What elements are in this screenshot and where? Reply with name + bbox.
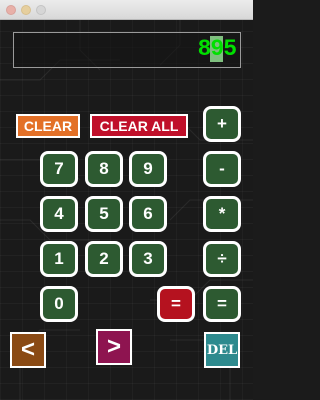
clear-all-button[interactable]: CLEAR ALL: [90, 114, 188, 138]
digit-5-button[interactable]: 5: [85, 196, 123, 232]
window-titlebar: [0, 0, 253, 20]
display-value: 895: [197, 36, 237, 62]
divide-button[interactable]: ÷: [203, 241, 241, 277]
digit-3-button[interactable]: 3: [129, 241, 167, 277]
maximize-window-button[interactable]: [36, 5, 46, 15]
digit-9-button[interactable]: 9: [129, 151, 167, 187]
digit-0-button[interactable]: 0: [40, 286, 78, 322]
digit-1-button[interactable]: 1: [40, 241, 78, 277]
calculator-canvas: 895 CLEAR CLEAR ALL + - * ÷ = 7 8 9 4 5 …: [0, 20, 253, 400]
digit-7-button[interactable]: 7: [40, 151, 78, 187]
digit-2-button[interactable]: 2: [85, 241, 123, 277]
digit-8-button[interactable]: 8: [85, 151, 123, 187]
display-value-main: 8: [197, 36, 212, 62]
display-cursor-char: 9: [210, 36, 224, 62]
multiply-button[interactable]: *: [203, 196, 241, 232]
equals-button[interactable]: =: [203, 286, 241, 322]
close-window-button[interactable]: [6, 5, 16, 15]
digit-6-button[interactable]: 6: [129, 196, 167, 232]
plus-button[interactable]: +: [203, 106, 241, 142]
minus-button[interactable]: -: [203, 151, 241, 187]
clear-button[interactable]: CLEAR: [16, 114, 80, 138]
forward-button[interactable]: >: [96, 329, 132, 365]
equals-red-button[interactable]: =: [157, 286, 195, 322]
minimize-window-button[interactable]: [21, 5, 31, 15]
display-screen: 895: [13, 32, 241, 68]
digit-4-button[interactable]: 4: [40, 196, 78, 232]
display-value-tail: 5: [223, 36, 237, 62]
delete-button[interactable]: DEL: [204, 332, 240, 368]
back-button[interactable]: <: [10, 332, 46, 368]
